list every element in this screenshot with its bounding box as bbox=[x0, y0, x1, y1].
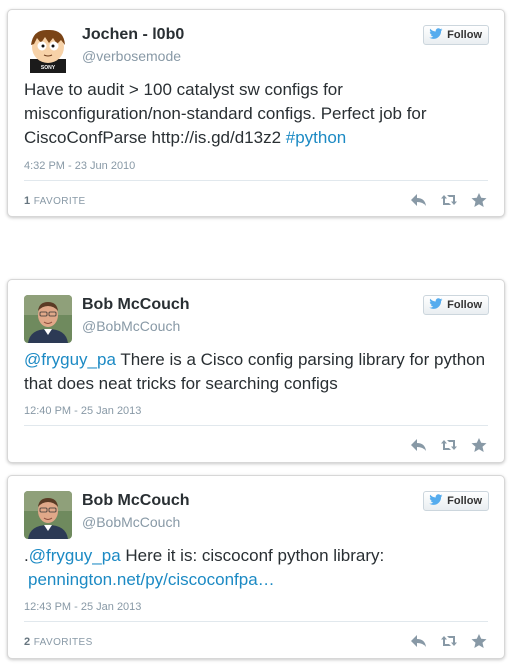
avatar[interactable] bbox=[24, 295, 72, 343]
retweet-icon[interactable] bbox=[440, 633, 458, 649]
tweet-timestamp[interactable]: 12:43 PM - 25 Jan 2013 bbox=[24, 601, 141, 613]
hashtag-link[interactable]: #python bbox=[286, 128, 347, 147]
mention-link[interactable]: @fryguy_pa bbox=[24, 350, 116, 369]
follow-label: Follow bbox=[447, 29, 482, 41]
avatar-photo bbox=[24, 295, 72, 343]
favorite-count-number: 2 bbox=[24, 636, 31, 648]
author-handle[interactable]: @BobMcCouch bbox=[82, 514, 180, 530]
tweet-actions bbox=[410, 437, 488, 453]
author-name[interactable]: Bob McCouch bbox=[82, 492, 190, 510]
follow-button[interactable]: Follow bbox=[423, 491, 489, 511]
tweet-actions bbox=[410, 633, 488, 649]
reply-icon[interactable] bbox=[410, 633, 428, 649]
avatar-cartoon-image: SONY bbox=[24, 25, 72, 73]
twitter-bird-icon bbox=[429, 27, 443, 43]
reply-icon[interactable] bbox=[410, 192, 428, 208]
favorite-count-label: FAVORITE bbox=[33, 196, 86, 207]
svg-text:SONY: SONY bbox=[41, 65, 56, 71]
favorite-star-icon[interactable] bbox=[470, 192, 488, 208]
tweet-text: Have to audit > 100 catalyst sw configs … bbox=[24, 78, 492, 150]
tweet-text-body: Have to audit > 100 catalyst sw configs … bbox=[24, 80, 427, 147]
retweet-icon[interactable] bbox=[440, 192, 458, 208]
favorite-star-icon[interactable] bbox=[470, 633, 488, 649]
divider bbox=[24, 425, 488, 426]
mention-link[interactable]: @fryguy_pa bbox=[29, 546, 121, 565]
follow-label: Follow bbox=[447, 495, 482, 507]
favorite-count[interactable]: 2 FAVORITES bbox=[24, 636, 93, 648]
favorite-count-label: FAVORITES bbox=[33, 637, 93, 648]
retweet-icon[interactable] bbox=[440, 437, 458, 453]
twitter-bird-icon bbox=[429, 297, 443, 313]
follow-button[interactable]: Follow bbox=[423, 295, 489, 315]
tweet-card-2: Bob McCouch @BobMcCouch Follow @fryguy_p… bbox=[7, 279, 505, 463]
divider bbox=[24, 180, 488, 181]
tweet-text-body: Here it is: ciscoconf python library: bbox=[120, 546, 385, 565]
tweet-text: .@fryguy_pa Here it is: ciscoconf python… bbox=[24, 544, 492, 592]
avatar[interactable] bbox=[24, 491, 72, 539]
reply-icon[interactable] bbox=[410, 437, 428, 453]
follow-label: Follow bbox=[447, 299, 482, 311]
author-name[interactable]: Jochen - l0b0 bbox=[82, 26, 184, 44]
divider bbox=[24, 621, 488, 622]
tweet-timestamp[interactable]: 4:32 PM - 23 Jun 2010 bbox=[24, 160, 135, 172]
author-name[interactable]: Bob McCouch bbox=[82, 296, 190, 314]
twitter-bird-icon bbox=[429, 493, 443, 509]
tweet-card-1: SONY Jochen - l0b0 @verbosemode Follow H… bbox=[7, 9, 505, 217]
avatar-photo bbox=[24, 491, 72, 539]
tweet-timestamp[interactable]: 12:40 PM - 25 Jan 2013 bbox=[24, 405, 141, 417]
favorite-count[interactable]: 1 FAVORITE bbox=[24, 195, 86, 207]
tweet-actions bbox=[410, 192, 488, 208]
url-link[interactable]: pennington.net/py/ciscoconfpa… bbox=[24, 570, 275, 589]
author-handle[interactable]: @verbosemode bbox=[82, 48, 181, 64]
favorite-star-icon[interactable] bbox=[470, 437, 488, 453]
favorite-count-number: 1 bbox=[24, 195, 31, 207]
avatar[interactable]: SONY bbox=[24, 25, 72, 73]
tweet-card-3: Bob McCouch @BobMcCouch Follow .@fryguy_… bbox=[7, 475, 505, 659]
follow-button[interactable]: Follow bbox=[423, 25, 489, 45]
tweet-text: @fryguy_pa There is a Cisco config parsi… bbox=[24, 348, 492, 396]
author-handle[interactable]: @BobMcCouch bbox=[82, 318, 180, 334]
